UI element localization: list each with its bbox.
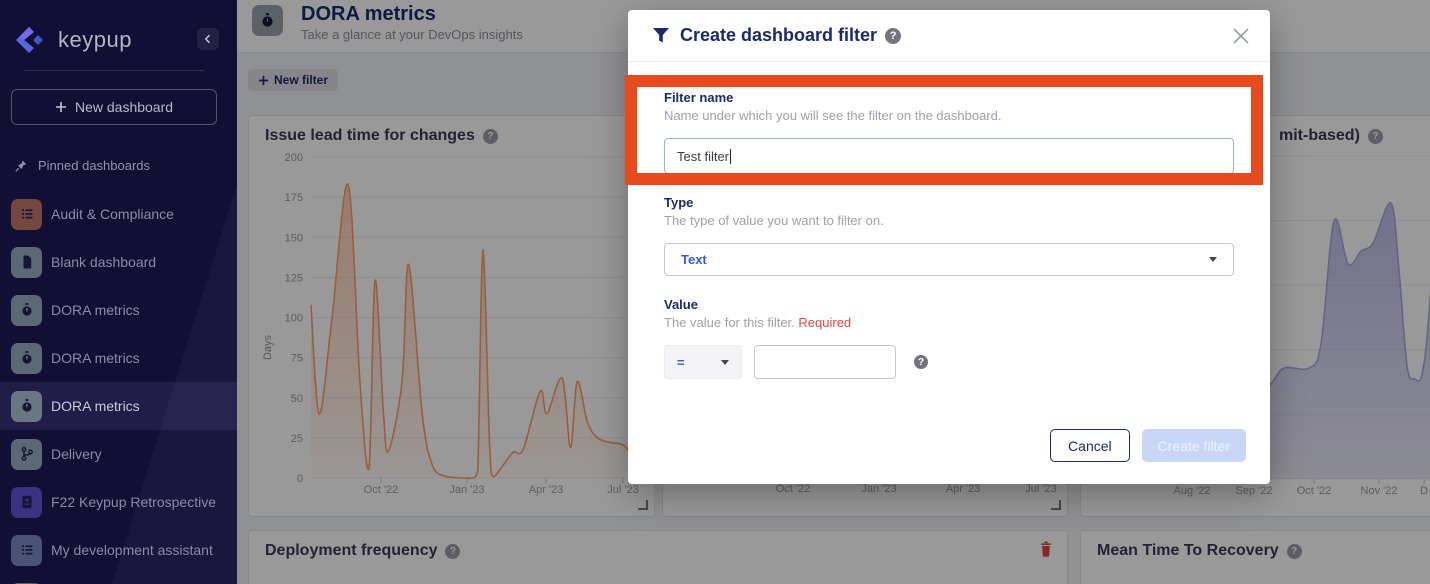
cancel-button[interactable]: Cancel bbox=[1050, 429, 1130, 462]
sidebar-item[interactable]: DORA metrics bbox=[0, 334, 237, 382]
filter-name-label: Filter name bbox=[664, 90, 1234, 105]
stopwatch-icon bbox=[11, 295, 42, 326]
stopwatch-icon bbox=[11, 343, 42, 374]
create-filter-dialog: Create dashboard filter ? Filter name Na… bbox=[628, 10, 1270, 484]
sidebar-item-label: DORA metrics bbox=[51, 350, 140, 366]
sidebar-item-label: Blank dashboard bbox=[51, 254, 156, 270]
sidebar-item[interactable]: Blank dashboard bbox=[0, 238, 237, 286]
required-badge: Required bbox=[798, 315, 851, 330]
value-section: Value The value for this filter. Require… bbox=[664, 297, 1234, 379]
create-filter-button[interactable]: Create filter bbox=[1142, 429, 1246, 462]
type-label: Type bbox=[664, 195, 1234, 210]
sidebar-item[interactable]: My development assistant bbox=[0, 526, 237, 574]
document-icon bbox=[11, 247, 42, 278]
sidebar-items: Audit & Compliance Blank dashboard DORA me… bbox=[0, 190, 237, 584]
filter-name-section: Filter name Name under which you will se… bbox=[664, 90, 1234, 174]
keypup-logo-icon bbox=[14, 25, 48, 55]
pin-icon bbox=[14, 159, 28, 173]
value-label: Value bbox=[664, 297, 1234, 312]
keypup-logo[interactable]: keypup bbox=[14, 24, 224, 56]
new-dashboard-button[interactable]: New dashboard bbox=[11, 89, 217, 125]
sidebar-item-label: DORA metrics bbox=[51, 398, 140, 414]
sidebar-item-label: My development assistant bbox=[51, 542, 213, 558]
type-section: Type The type of value you want to filte… bbox=[664, 195, 1234, 276]
type-select[interactable]: Text bbox=[664, 243, 1234, 276]
badge-icon bbox=[11, 487, 42, 518]
sidebar-item[interactable]: DORA metrics bbox=[0, 286, 237, 334]
filter-name-helper: Name under which you will see the filter… bbox=[664, 108, 1234, 123]
chevron-down-icon bbox=[1209, 257, 1217, 262]
text-cursor bbox=[730, 149, 731, 164]
value-help-icon[interactable]: ? bbox=[914, 355, 928, 369]
sidebar-item[interactable]: DORA metrics bbox=[0, 382, 237, 430]
dialog-help-icon[interactable]: ? bbox=[885, 28, 901, 44]
stopwatch-icon bbox=[11, 391, 42, 422]
sidebar-item[interactable] bbox=[0, 574, 237, 584]
dialog-header: Create dashboard filter ? bbox=[628, 10, 1270, 62]
sidebar-item-label: Audit & Compliance bbox=[51, 206, 174, 222]
app-root: keypup New dashboard Pinned dashboards A… bbox=[0, 0, 1430, 584]
checklist-icon bbox=[11, 199, 42, 230]
value-input[interactable] bbox=[754, 345, 896, 379]
dialog-title: Create dashboard filter bbox=[680, 25, 877, 46]
plus-icon bbox=[55, 101, 67, 113]
sidebar-item-label: DORA metrics bbox=[51, 302, 140, 318]
sidebar-divider bbox=[24, 70, 204, 71]
filter-name-input[interactable]: Test filter bbox=[664, 138, 1234, 174]
filter-funnel-icon bbox=[652, 27, 670, 44]
checklist-icon bbox=[11, 535, 42, 566]
pinned-dashboards-label: Pinned dashboards bbox=[14, 158, 150, 173]
sidebar-item[interactable]: Audit & Compliance bbox=[0, 190, 237, 238]
sidebar-item[interactable]: F22 Keypup Retrospective bbox=[0, 478, 237, 526]
value-helper: The value for this filter. Required bbox=[664, 315, 1234, 330]
new-dashboard-label: New dashboard bbox=[75, 99, 173, 115]
chevron-left-icon bbox=[202, 33, 214, 45]
git-branch-icon bbox=[11, 439, 42, 470]
sidebar-item-label: Delivery bbox=[51, 446, 102, 462]
sidebar-collapse-button[interactable] bbox=[197, 28, 219, 50]
sidebar-item-label: F22 Keypup Retrospective bbox=[51, 494, 216, 510]
operator-select[interactable]: = bbox=[664, 345, 742, 379]
sidebar-item[interactable]: Delivery bbox=[0, 430, 237, 478]
close-icon[interactable] bbox=[1232, 27, 1250, 45]
logo-text: keypup bbox=[58, 27, 132, 53]
type-helper: The type of value you want to filter on. bbox=[664, 213, 1234, 228]
chevron-down-icon bbox=[721, 360, 729, 365]
sidebar: keypup New dashboard Pinned dashboards A… bbox=[0, 0, 237, 584]
